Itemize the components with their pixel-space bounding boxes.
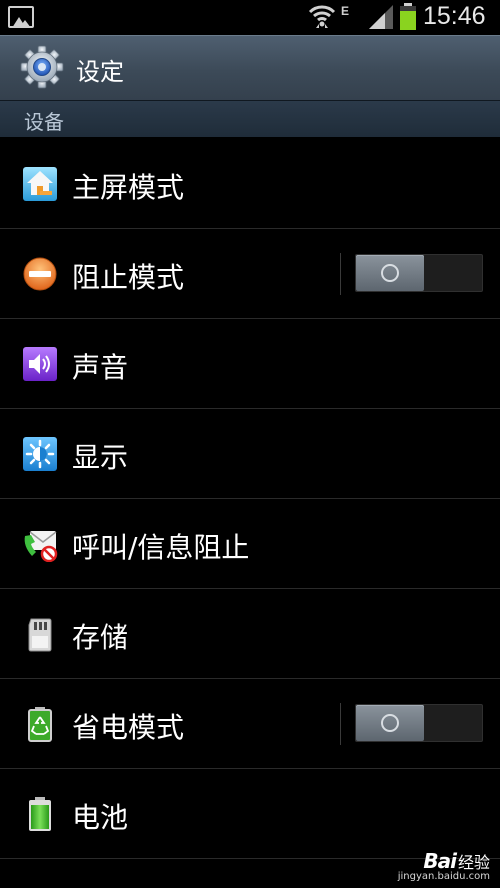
section-title: 设备 xyxy=(24,110,64,134)
settings-item-call-message-block[interactable]: 呼叫/信息阻止 xyxy=(0,499,500,589)
power-saving-icon xyxy=(28,707,52,742)
network-type-label: E xyxy=(341,4,350,18)
settings-item-label: 电池 xyxy=(72,801,129,834)
power-saving-toggle[interactable] xyxy=(355,704,483,742)
section-header-device: 设备 xyxy=(0,100,500,137)
status-bar: E 15:46 xyxy=(0,0,500,35)
toggle-knob xyxy=(356,705,424,741)
settings-item-label: 声音 xyxy=(72,351,129,384)
clock: 15:46 xyxy=(423,2,486,30)
block-icon xyxy=(23,257,57,291)
settings-item-sound[interactable]: 声音 xyxy=(0,319,500,409)
call-message-block-icon xyxy=(24,531,58,562)
wifi-icon xyxy=(308,5,336,28)
title-bar: 设定 xyxy=(0,35,500,100)
settings-item-home-screen-mode[interactable]: 主屏模式 xyxy=(0,139,500,229)
settings-item-blocking-mode[interactable]: 阻止模式 xyxy=(0,229,500,319)
page-title: 设定 xyxy=(76,58,124,86)
battery-icon xyxy=(29,797,51,831)
toggle-divider xyxy=(340,253,341,295)
settings-item-display[interactable]: 显示 xyxy=(0,409,500,499)
watermark-brand: Bai xyxy=(423,849,457,873)
brightness-icon xyxy=(23,437,57,471)
battery-status-icon xyxy=(400,3,416,30)
blocking-mode-toggle[interactable] xyxy=(355,254,483,292)
home-screen-icon xyxy=(23,167,57,201)
baidu-watermark: Bai 经验 jingyan.baidu.com xyxy=(398,849,490,882)
settings-item-label: 呼叫/信息阻止 xyxy=(72,531,250,564)
watermark-url: jingyan.baidu.com xyxy=(397,871,490,882)
sd-card-icon xyxy=(28,618,52,652)
settings-item-label: 显示 xyxy=(72,441,129,474)
settings-item-power-saving-mode[interactable]: 省电模式 xyxy=(0,679,500,769)
toggle-divider xyxy=(340,703,341,745)
settings-item-battery[interactable]: 电池 xyxy=(0,769,500,859)
watermark-brand-cn: 经验 xyxy=(457,853,490,872)
signal-strength-icon xyxy=(369,5,393,29)
settings-item-label: 主屏模式 xyxy=(72,171,185,204)
gear-icon xyxy=(20,45,64,89)
toggle-knob xyxy=(356,255,424,291)
settings-item-label: 省电模式 xyxy=(72,711,185,744)
gallery-notification-icon xyxy=(8,6,34,28)
settings-item-label: 存储 xyxy=(72,621,129,654)
settings-item-label: 阻止模式 xyxy=(72,261,185,294)
settings-list: 主屏模式 阻止模式 声音 显示 呼叫/信息阻止 存储 省电模式 电池 xyxy=(0,139,500,859)
speaker-icon xyxy=(23,347,57,381)
settings-item-storage[interactable]: 存储 xyxy=(0,589,500,679)
